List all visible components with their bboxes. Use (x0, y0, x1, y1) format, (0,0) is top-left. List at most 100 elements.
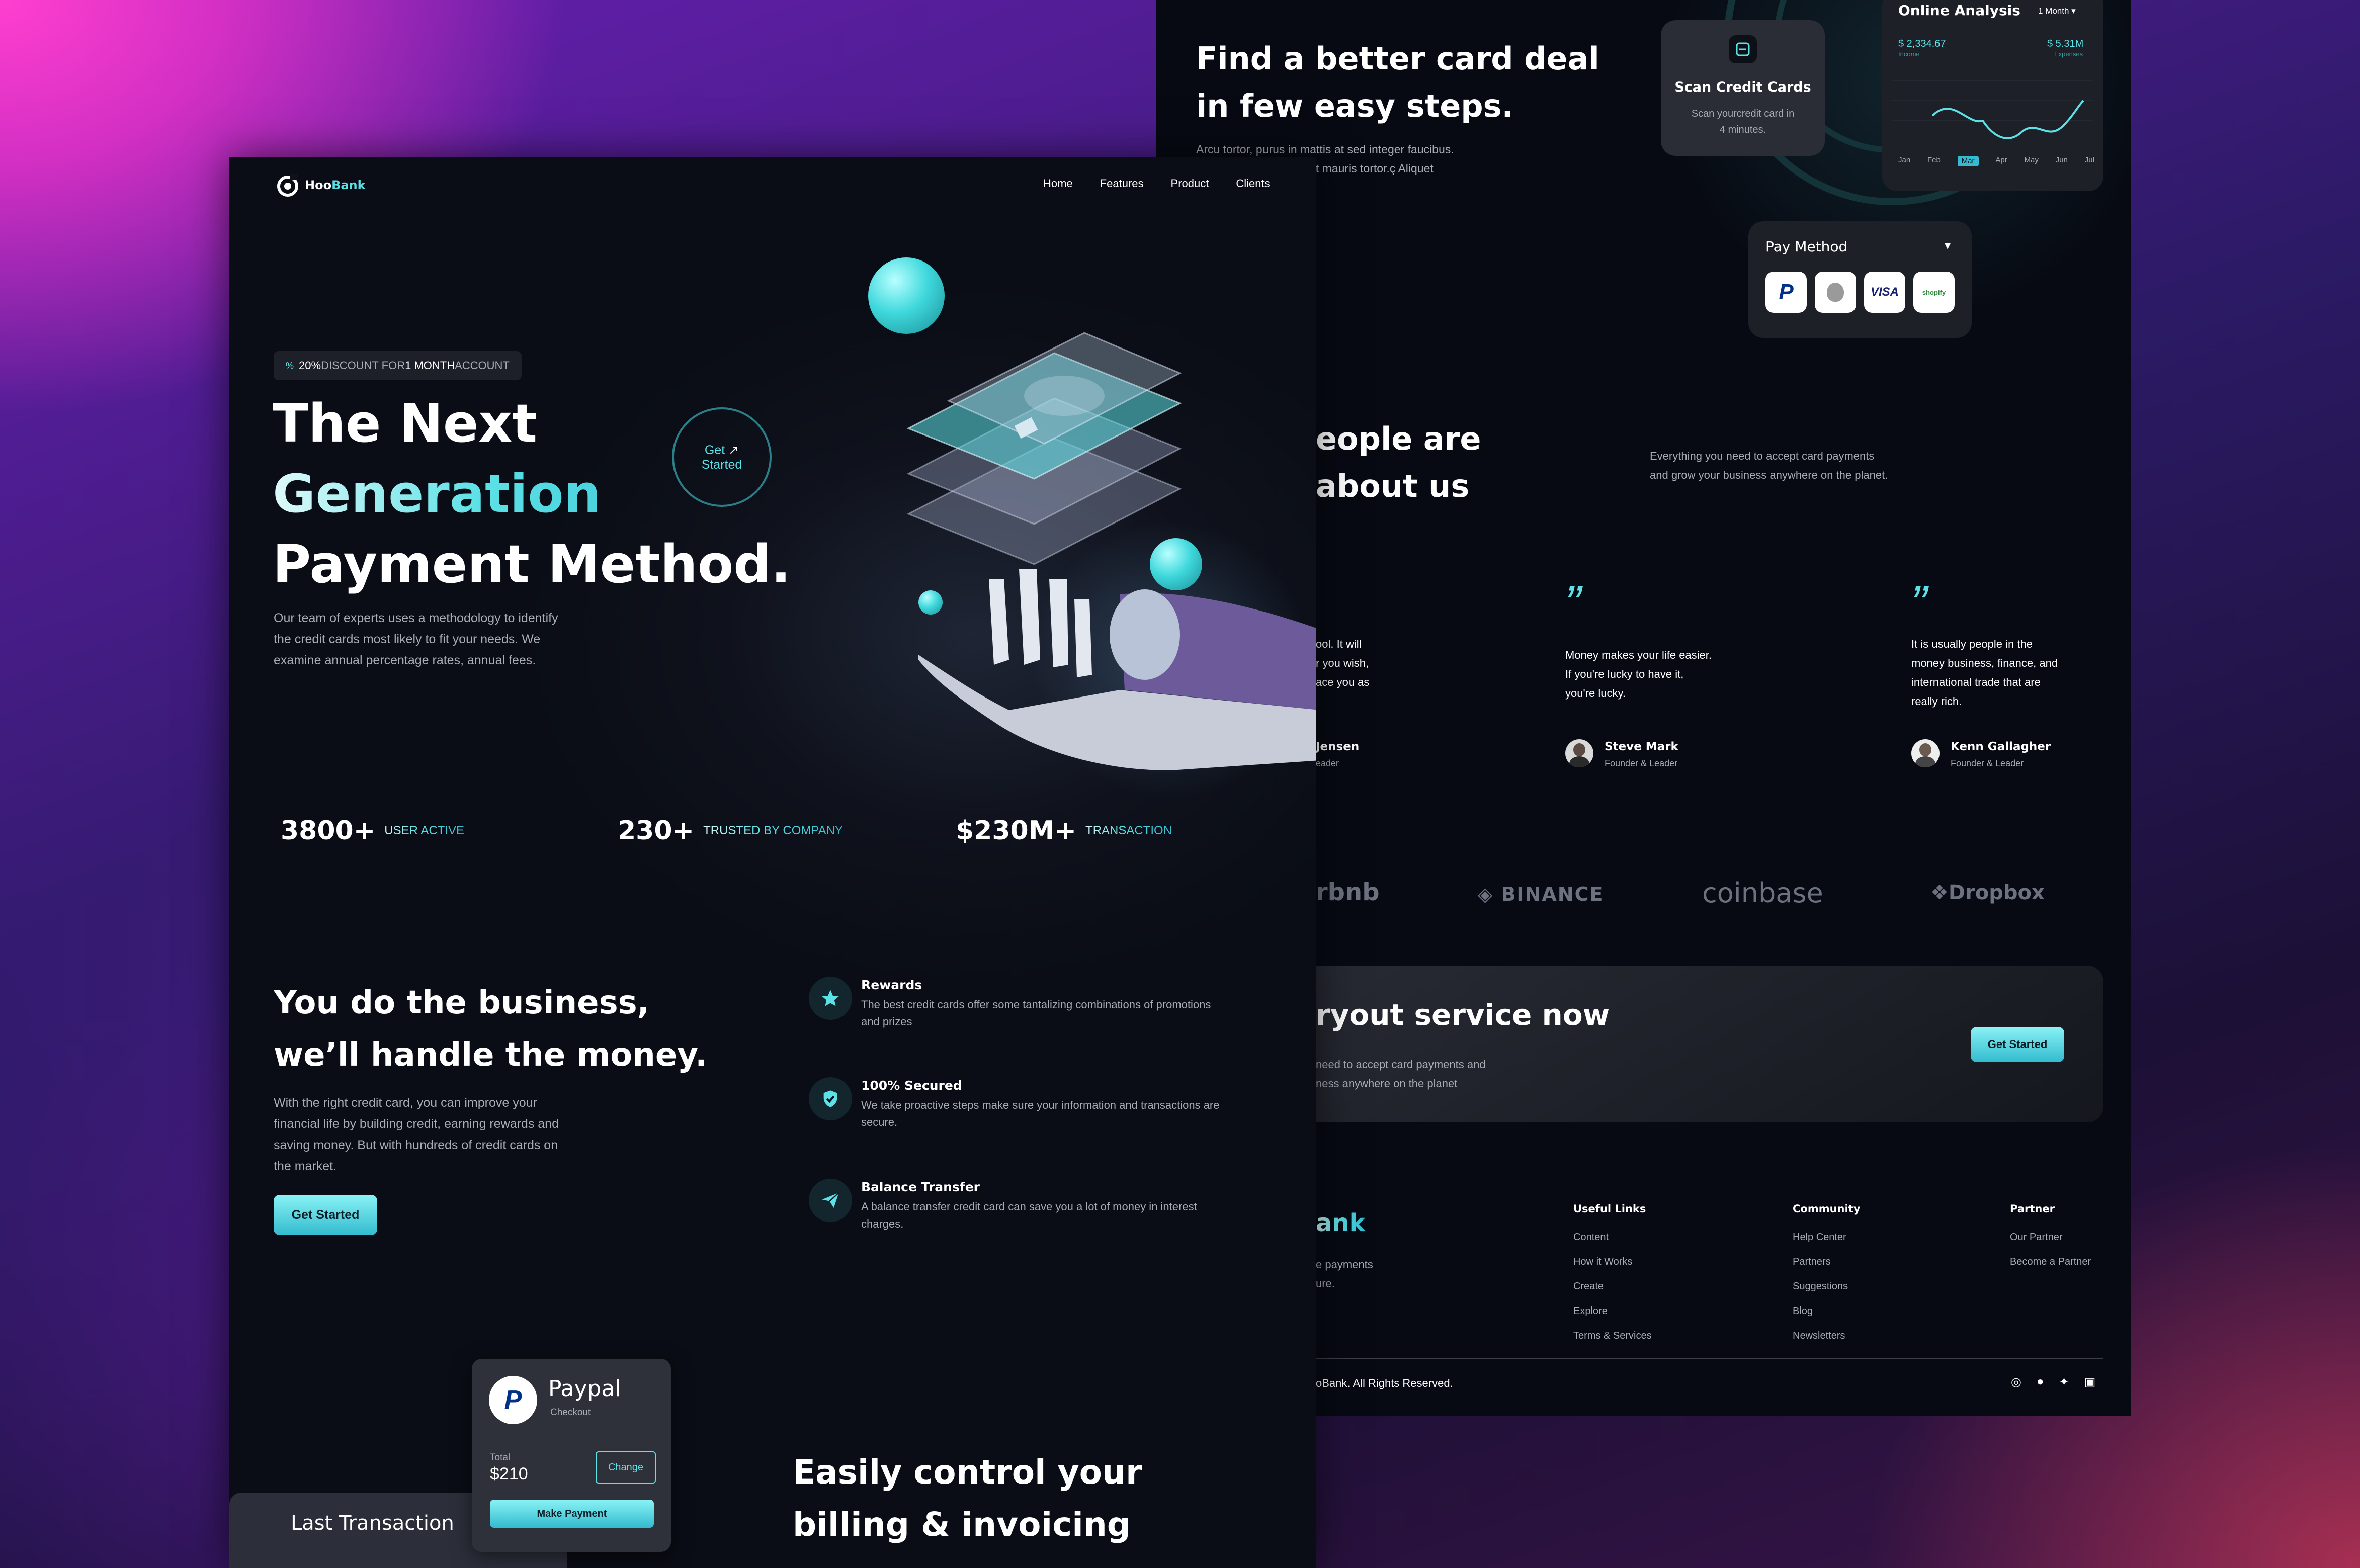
cta-desc: need to accept card payments and (1316, 1058, 1486, 1071)
feature-title: Rewards (861, 978, 922, 992)
testimonial-name: Steve Mark (1605, 740, 1678, 753)
nav-product[interactable]: Product (1171, 177, 1209, 190)
footer-divider (1316, 1358, 2103, 1359)
nav-home[interactable]: Home (1043, 177, 1073, 190)
hero-illustration (868, 257, 1316, 911)
footer-link[interactable]: Our Partner (2010, 1225, 2091, 1250)
month-label[interactable]: Jun (2056, 156, 2068, 166)
footer-link[interactable]: How it Works (1573, 1250, 1652, 1274)
discount-icon: % (286, 360, 294, 371)
month-label[interactable]: Jan (1898, 156, 1910, 166)
testimonial-text: you're lucky. (1565, 687, 1626, 700)
scan-desc: 4 minutes. (1719, 124, 1766, 135)
scan-card[interactable]: Scan Credit Cards Scan yourcredit card i… (1661, 20, 1825, 156)
footer-link[interactable]: Create (1573, 1274, 1652, 1299)
chevron-down-icon[interactable]: ▾ (1945, 238, 1951, 253)
feature-desc: and prizes (861, 1015, 912, 1028)
billing-title: Easily control your (793, 1453, 1142, 1492)
feature-secured: 100% Secured We take proactive steps mak… (861, 1078, 1220, 1131)
testimonial-role: Founder & Leader (1605, 758, 1678, 768)
hero-desc: examine annual percentage rates, annual … (274, 653, 536, 667)
main-nav: Home Features Product Clients (1043, 177, 1270, 190)
client-airbnb-logo: rbnb (1316, 878, 1380, 906)
stat-transactions: $230M+ TRANSACTION (956, 816, 1172, 846)
cta-get-started-button[interactable]: Get Started (1971, 1027, 2064, 1062)
footer-link[interactable]: Suggestions (1793, 1274, 1860, 1299)
stat-value: $230M+ (956, 816, 1077, 846)
front-page: HooBank Home Features Product Clients % … (229, 157, 1316, 1568)
linkedin-icon[interactable]: ▣ (2084, 1375, 2096, 1389)
period-select[interactable]: 1 Month ▾ (2038, 6, 2076, 16)
logo[interactable]: HooBank (276, 173, 366, 197)
testimonials-title: eople are (1316, 420, 1481, 457)
footer-col-community: Community Help Center Partners Suggestio… (1793, 1203, 1860, 1348)
avatar (1565, 739, 1593, 767)
month-label-active[interactable]: Mar (1957, 156, 1979, 166)
apple-pay-icon[interactable] (1815, 272, 1856, 313)
footer-link[interactable]: Terms & Services (1573, 1324, 1652, 1348)
footer-link[interactable]: Blog (1793, 1299, 1860, 1324)
testimonials-title: about us (1316, 468, 1470, 504)
month-row: Jan Feb Mar Apr May Jun Jul (1898, 156, 2094, 166)
month-label[interactable]: Jul (2085, 156, 2094, 166)
footer-link[interactable]: Explore (1573, 1299, 1652, 1324)
stat-value: 3800+ (281, 816, 376, 846)
paypal-checkout-card: P Paypal Checkout Total $210 Change Make… (472, 1359, 671, 1552)
badge-highlight: 1 MONTH (405, 359, 455, 372)
nav-clients[interactable]: Clients (1236, 177, 1270, 190)
nav-features[interactable]: Features (1100, 177, 1144, 190)
send-icon (809, 1179, 852, 1222)
paypal-logo-icon[interactable]: P (1765, 272, 1807, 313)
last-transaction-title: Last Transaction (291, 1512, 454, 1535)
footer-brand: ank (1316, 1209, 1366, 1237)
month-label[interactable]: Feb (1927, 156, 1941, 166)
stat-value: 230+ (618, 816, 695, 846)
instagram-icon[interactable]: ◎ (2011, 1375, 2021, 1389)
testimonial-text: money business, finance, and (1911, 657, 2058, 669)
analysis-card: Online Analysis 1 Month ▾ $ 2,334.67 Inc… (1882, 0, 2103, 191)
footer-col-title: Community (1793, 1203, 1861, 1215)
footer-link[interactable]: Content (1573, 1225, 1652, 1250)
stat-users: 3800+ USER ACTIVE (281, 816, 464, 846)
feature-desc: A balance transfer credit card can save … (861, 1200, 1197, 1213)
footer-link[interactable]: Partners (1793, 1250, 1860, 1274)
twitter-icon[interactable]: ✦ (2059, 1375, 2069, 1389)
footer-desc: e payments (1316, 1258, 1373, 1271)
get-started-button[interactable]: Get Started (274, 1195, 377, 1235)
feature-desc: The best credit cards offer some tantali… (861, 998, 1211, 1011)
business-desc: financial life by building credit, earni… (274, 1117, 559, 1131)
feature-desc: charges. (861, 1217, 904, 1230)
income-label: Income (1898, 50, 1920, 58)
shopify-logo-icon[interactable]: shopify (1913, 272, 1955, 313)
month-label[interactable]: May (2025, 156, 2039, 166)
feature-desc: We take proactive steps make sure your i… (861, 1099, 1220, 1111)
make-payment-button[interactable]: Make Payment (490, 1500, 654, 1528)
business-title: You do the business, (274, 984, 650, 1021)
testimonial-text: international trade that are (1911, 676, 2041, 688)
client-dropbox-logo: ❖Dropbox (1930, 881, 2045, 904)
footer-link[interactable]: Become a Partner (2010, 1250, 2091, 1274)
scan-icon (1729, 35, 1757, 63)
quote-icon: ” (1910, 575, 1927, 632)
get-started-circle-button[interactable]: Get ↗ Started (672, 407, 772, 507)
feature-title: Balance Transfer (861, 1180, 980, 1194)
footer-link[interactable]: Help Center (1793, 1225, 1860, 1250)
testimonial-role: Founder & Leader (1951, 758, 2024, 768)
facebook-icon[interactable]: ● (2037, 1375, 2044, 1389)
billing-title: billing & invoicing (793, 1505, 1131, 1544)
footer-link[interactable]: Newsletters (1793, 1324, 1860, 1348)
testimonial-2: Money makes your life easier. If you're … (1565, 646, 1712, 703)
month-label[interactable]: Apr (1995, 156, 2007, 166)
binance-diamond-icon: ◈ (1478, 883, 1501, 905)
get-started-text: Started (701, 457, 742, 472)
testimonial-text: ool. It will (1316, 638, 1362, 650)
pay-method-card[interactable]: Pay Method ▾ P VISA shopify (1748, 221, 1972, 338)
feature-rewards: Rewards The best credit cards offer some… (861, 978, 1211, 1030)
change-button[interactable]: Change (596, 1451, 656, 1484)
testimonial-text: ace you as (1316, 676, 1370, 688)
analysis-title: Online Analysis (1898, 2, 2020, 19)
visa-text: VISA (1870, 285, 1899, 299)
stat-companies: 230+ TRUSTED BY COMPANY (618, 816, 843, 846)
visa-logo-icon[interactable]: VISA (1864, 272, 1905, 313)
testimonial-text: It is usually people in the (1911, 638, 2033, 650)
